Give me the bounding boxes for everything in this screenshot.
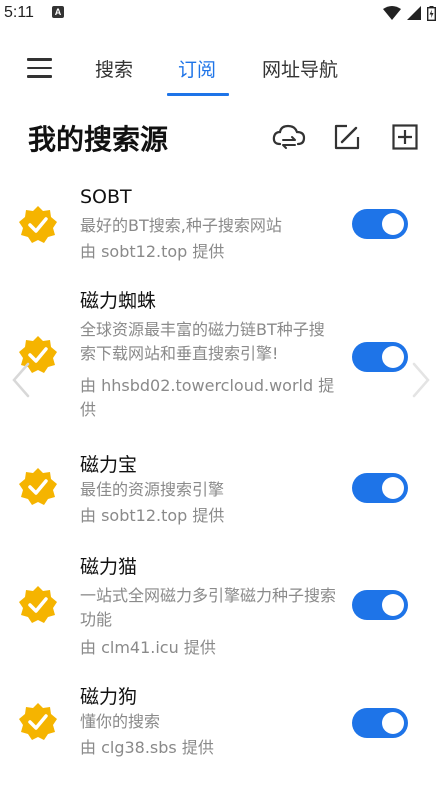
active-tab-indicator bbox=[167, 93, 229, 96]
source-provider: 由 sobt12.top 提供 bbox=[80, 242, 225, 261]
next-arrow-icon[interactable] bbox=[408, 360, 434, 400]
add-icon bbox=[392, 124, 418, 150]
list-item: 磁力狗 懂你的搜索 由 clg38.sbs 提供 bbox=[0, 680, 442, 780]
status-time: 5:11 bbox=[4, 4, 34, 21]
source-name: 磁力狗 bbox=[80, 686, 138, 708]
source-name: 磁力蜘蛛 bbox=[80, 290, 157, 312]
menu-icon[interactable] bbox=[27, 58, 52, 78]
signal-icon bbox=[407, 6, 421, 20]
list-item: 磁力宝 最佳的资源搜索引擎 由 sobt12.top 提供 bbox=[0, 432, 442, 542]
tab-subscribe[interactable]: 订阅 bbox=[178, 55, 216, 82]
verified-badge-icon bbox=[19, 586, 57, 623]
source-desc: 一站式全网磁力多引擎磁力种子搜索功能 bbox=[80, 586, 337, 629]
edit-button[interactable] bbox=[330, 120, 364, 154]
battery-icon bbox=[427, 5, 436, 21]
list-item: 磁力蜘蛛 全球资源最丰富的磁力链BT种子搜索下载网站和垂直搜索引擎! 由 hhs… bbox=[0, 272, 442, 432]
cloud-sync-button[interactable] bbox=[272, 120, 306, 154]
verified-badge-icon bbox=[19, 468, 57, 505]
enable-toggle[interactable] bbox=[352, 342, 408, 372]
list-item: SOBT 最好的BT搜索,种子搜索网站 由 sobt12.top 提供 bbox=[0, 180, 442, 272]
verified-badge-icon bbox=[19, 703, 57, 740]
top-nav: 搜索 订阅 网址导航 bbox=[0, 40, 442, 96]
enable-toggle[interactable] bbox=[352, 590, 408, 620]
status-bar: 5:11 A bbox=[0, 0, 442, 28]
verified-badge-icon bbox=[19, 206, 57, 243]
enable-toggle[interactable] bbox=[352, 473, 408, 503]
tab-url-nav[interactable]: 网址导航 bbox=[262, 55, 338, 82]
source-provider: 由 clg38.sbs 提供 bbox=[80, 738, 214, 757]
source-provider: 由 hhsbd02.towercloud.world 提供 bbox=[80, 376, 335, 419]
source-list: SOBT 最好的BT搜索,种子搜索网站 由 sobt12.top 提供 磁力蜘蛛… bbox=[0, 180, 442, 780]
source-desc: 全球资源最丰富的磁力链BT种子搜索下载网站和垂直搜索引擎! bbox=[80, 320, 325, 363]
source-desc: 懂你的搜索 bbox=[80, 712, 161, 731]
list-item: 磁力猫 一站式全网磁力多引擎磁力种子搜索功能 由 clm41.icu 提供 bbox=[0, 542, 442, 680]
source-provider: 由 sobt12.top 提供 bbox=[80, 506, 225, 525]
wifi-icon bbox=[383, 6, 401, 20]
enable-toggle[interactable] bbox=[352, 708, 408, 738]
page-title: 我的搜索源 bbox=[28, 123, 169, 156]
cloud-sync-icon bbox=[272, 124, 306, 149]
source-desc: 最好的BT搜索,种子搜索网站 bbox=[80, 216, 282, 235]
source-name: 磁力宝 bbox=[80, 454, 138, 476]
source-provider: 由 clm41.icu 提供 bbox=[80, 638, 216, 657]
edit-icon bbox=[334, 124, 360, 150]
notification-icon: A bbox=[52, 6, 64, 18]
tab-search[interactable]: 搜索 bbox=[95, 55, 133, 82]
enable-toggle[interactable] bbox=[352, 209, 408, 239]
system-icons bbox=[383, 4, 436, 22]
source-name: SOBT bbox=[80, 186, 132, 208]
title-actions bbox=[272, 120, 422, 154]
add-button[interactable] bbox=[388, 120, 422, 154]
prev-arrow-icon[interactable] bbox=[8, 360, 34, 400]
source-name: 磁力猫 bbox=[80, 556, 138, 578]
source-desc: 最佳的资源搜索引擎 bbox=[80, 480, 225, 499]
